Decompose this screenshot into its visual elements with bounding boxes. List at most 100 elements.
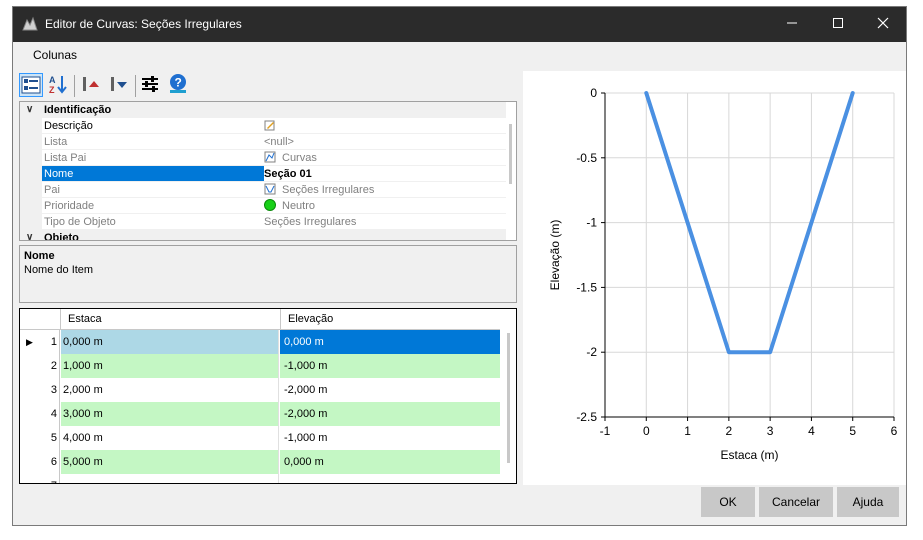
help-dialog-button[interactable]: Ajuda (837, 487, 899, 517)
cell-estaca[interactable]: 1,000 m (61, 354, 279, 378)
minimize-button[interactable] (769, 7, 815, 42)
row-header[interactable]: 3 (20, 378, 60, 402)
menu-bar: Colunas (13, 42, 906, 68)
cell-estaca[interactable]: 4,000 m (61, 426, 279, 450)
move-down-button[interactable] (107, 73, 131, 97)
minimize-icon (787, 22, 797, 24)
move-down-icon (111, 77, 127, 91)
curves-icon (264, 151, 276, 163)
y-tick-label: -1 (586, 216, 597, 230)
cell-estaca[interactable]: 3,000 m (61, 402, 279, 426)
property-row-lista[interactable]: Lista <null> (20, 134, 506, 150)
row-header[interactable]: 2 (20, 354, 60, 378)
x-tick-label: 3 (767, 424, 774, 438)
table-row[interactable]: 4 3,000 m -2,000 m (20, 402, 500, 426)
profile-chart: -1 0 1 2 3 4 5 6 0 -0.5 -1 -1.5 -2 -2.5 Estaca (m) Elev… (523, 71, 906, 485)
chevron-down-icon[interactable]: ∨ (26, 230, 33, 240)
categorized-button[interactable] (19, 73, 43, 97)
property-value[interactable]: Seções Irregulares (264, 182, 504, 198)
property-value-text: Neutro (282, 200, 316, 212)
move-up-button[interactable] (79, 73, 103, 97)
row-header[interactable]: 4 (20, 402, 60, 426)
close-button[interactable] (860, 7, 906, 42)
cell-elevacao[interactable]: -1,000 m (280, 426, 500, 450)
y-tick-label: -2.5 (576, 410, 597, 424)
x-tick-label: 1 (684, 424, 691, 438)
settings-icon (142, 76, 158, 92)
row-header[interactable]: 7 (20, 474, 60, 483)
cell-elevacao[interactable]: 0,000 m (280, 450, 500, 474)
property-value-text: Seções Irregulares (282, 184, 375, 196)
property-value[interactable]: <null> (264, 134, 504, 150)
cell-estaca[interactable]: 2,000 m (61, 378, 279, 402)
property-row-pai[interactable]: Pai Seções Irregulares (20, 182, 506, 198)
description-panel: Nome Nome do Item (19, 245, 517, 303)
alphabetical-icon: A Z (49, 75, 67, 95)
table-row[interactable]: ▶ 1 0,000 m 0,000 m (20, 330, 500, 354)
menu-colunas[interactable]: Colunas (33, 48, 77, 62)
cell-estaca[interactable]: 5,000 m (61, 450, 279, 474)
column-header-estaca[interactable]: Estaca (68, 313, 102, 325)
column-header-elevacao[interactable]: Elevação (288, 313, 333, 325)
row-header[interactable]: ▶ 1 (20, 330, 60, 354)
description-text: Nome do Item (24, 264, 94, 276)
cell-estaca[interactable]: 0,000 m (61, 330, 279, 354)
x-tick-label: 6 (891, 424, 898, 438)
settings-button[interactable] (139, 73, 163, 97)
editor-window: Editor de Curvas: Seções Irregulares Col… (12, 6, 907, 526)
property-name: Lista Pai (44, 152, 87, 164)
property-value[interactable] (264, 118, 504, 134)
property-value-text: Curvas (282, 152, 317, 164)
maximize-button[interactable] (815, 7, 861, 42)
category-label: Identificação (44, 104, 112, 116)
property-scrollbar[interactable] (509, 124, 512, 184)
chevron-down-icon[interactable]: ∨ (26, 102, 33, 118)
property-row-lista-pai[interactable]: Lista Pai Curvas (20, 150, 506, 166)
property-name: Descrição (44, 120, 93, 132)
property-value[interactable]: Seção 01 (264, 166, 504, 182)
table-row[interactable]: 3 2,000 m -2,000 m (20, 378, 500, 402)
maximize-icon (833, 18, 843, 28)
table-row[interactable]: 2 1,000 m -1,000 m (20, 354, 500, 378)
chart-svg: -1 0 1 2 3 4 5 6 0 -0.5 -1 -1.5 -2 -2.5 Estaca (m) Elev… (548, 86, 898, 462)
table-row[interactable]: 6 5,000 m 0,000 m (20, 450, 500, 474)
property-grid: ∨ Identificação Descrição Lista <null> L… (19, 101, 517, 241)
cell-estaca[interactable] (61, 474, 279, 483)
title-bar: Editor de Curvas: Seções Irregulares (13, 7, 906, 42)
property-value[interactable]: Curvas (264, 150, 504, 166)
property-row-tipo-de-objeto[interactable]: Tipo de Objeto Seções Irregulares (20, 214, 506, 230)
help-button[interactable]: ? (167, 73, 191, 97)
green-circle-icon (264, 199, 276, 211)
cell-elevacao[interactable]: -2,000 m (280, 402, 500, 426)
property-row-descricao[interactable]: Descrição (20, 118, 506, 134)
cell-elevacao[interactable]: 0,000 m (280, 330, 500, 354)
x-tick-label: 5 (849, 424, 856, 438)
close-icon (877, 17, 889, 29)
cell-elevacao[interactable]: -1,000 m (280, 354, 500, 378)
category-label: Objeto (44, 232, 79, 241)
move-up-icon (83, 77, 99, 91)
cancel-button[interactable]: Cancelar (759, 487, 833, 517)
row-header[interactable]: 5 (20, 426, 60, 450)
property-row-nome[interactable]: Nome Seção 01 (20, 166, 506, 182)
property-value[interactable]: Seções Irregulares (264, 214, 504, 230)
cell-elevacao[interactable]: -2,000 m (280, 378, 500, 402)
property-row-prioridade[interactable]: Prioridade Neutro (20, 198, 506, 214)
property-name: Nome (42, 166, 264, 182)
alphabetical-button[interactable]: A Z (47, 73, 71, 97)
table-row-new[interactable]: 7 (20, 474, 500, 483)
current-row-arrow-icon: ▶ (26, 337, 33, 347)
table-row[interactable]: 5 4,000 m -1,000 m (20, 426, 500, 450)
property-toolbar: A Z ? (19, 71, 219, 101)
x-tick-label: 4 (808, 424, 815, 438)
property-value[interactable]: Neutro (264, 198, 504, 214)
y-tick-label: -0.5 (576, 151, 597, 165)
cell-elevacao[interactable] (280, 474, 500, 483)
category-identificacao[interactable]: ∨ Identificação (20, 102, 506, 118)
row-header[interactable]: 6 (20, 450, 60, 474)
ok-button[interactable]: OK (701, 487, 755, 517)
category-objeto[interactable]: ∨ Objeto (20, 230, 506, 241)
property-name: Tipo de Objeto (44, 216, 116, 228)
y-tick-label: -1.5 (576, 280, 597, 294)
table-scrollbar[interactable] (507, 333, 510, 463)
